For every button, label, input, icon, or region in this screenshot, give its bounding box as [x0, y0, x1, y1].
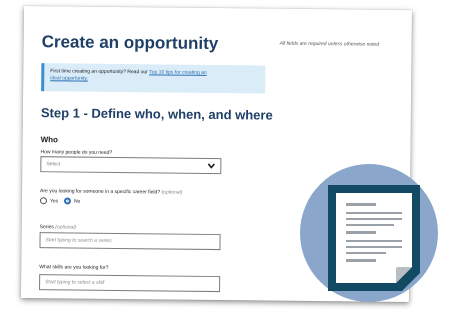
- chevron-down-icon: [207, 163, 215, 169]
- section-heading-who: Who: [40, 135, 58, 145]
- series-label-text: Series: [39, 224, 54, 231]
- required-fields-note: All fields are required unless otherwise…: [279, 40, 380, 48]
- series-placeholder: Start typing to search a series: [45, 237, 112, 244]
- skills-input[interactable]: Start typing to select a skill: [39, 274, 221, 293]
- career-field-optional-tag: (optional): [161, 189, 183, 196]
- radio-button-no[interactable]: [63, 197, 71, 205]
- radio-label-yes: Yes: [49, 198, 59, 205]
- people-count-label: How many people do you need?: [40, 149, 113, 156]
- form-content: Create an opportunity All fields are req…: [39, 32, 402, 293]
- document-icon: [328, 185, 420, 291]
- step-heading: Step 1 - Define who, when, and where: [40, 105, 273, 123]
- tips-link[interactable]: Top 10 tips for creating an: [149, 69, 207, 76]
- tips-link-continued[interactable]: ideal opportunity.: [50, 75, 88, 81]
- radio-label-no: No: [73, 198, 81, 205]
- career-field-label: Are you looking for someone in a specifi…: [40, 188, 182, 195]
- skills-label: What skills are you looking for?: [39, 264, 109, 271]
- series-label: Series (optional): [40, 224, 76, 230]
- people-count-select[interactable]: Select: [40, 156, 222, 175]
- skills-placeholder: Start typing to select a skill: [45, 279, 105, 286]
- tip-callout: First time creating an opportunity? Read…: [41, 63, 266, 94]
- page-title: Create an opportunity: [41, 32, 219, 54]
- series-optional-tag: (optional): [55, 224, 77, 231]
- radio-button-yes[interactable]: [39, 197, 47, 205]
- radio-option-yes[interactable]: Yes: [39, 196, 60, 206]
- tip-text: First time creating an opportunity? Read…: [50, 68, 148, 76]
- people-count-value: Select: [46, 161, 61, 168]
- series-input[interactable]: Start typing to search a series: [39, 232, 221, 251]
- career-field-label-text: Are you looking for someone in a specifi…: [40, 188, 161, 196]
- radio-option-no[interactable]: No: [63, 196, 84, 206]
